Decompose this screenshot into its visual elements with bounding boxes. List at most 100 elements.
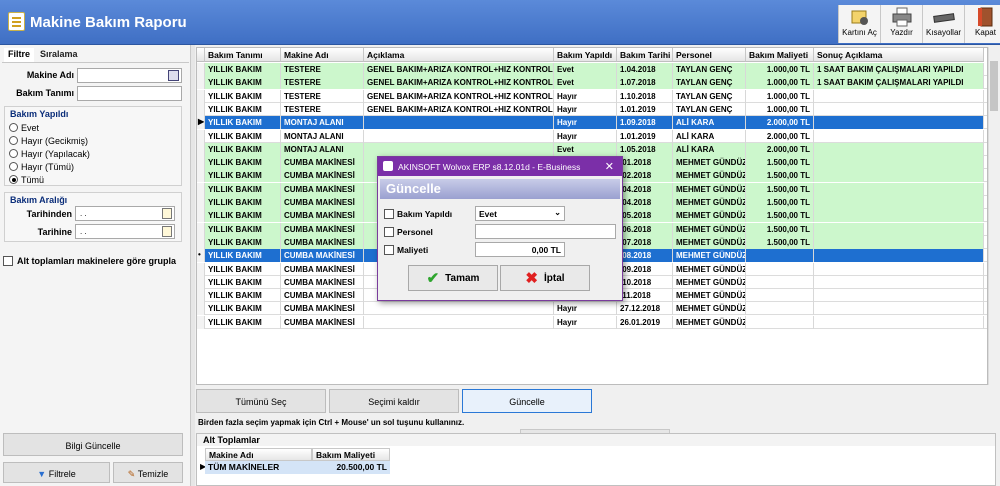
table-cell[interactable]: YILLIK BAKIM bbox=[205, 89, 281, 103]
table-cell[interactable]: MEHMET GÜNDÜZ bbox=[673, 156, 746, 170]
subtotals-row-name[interactable]: TÜM MAKİNELER bbox=[205, 461, 312, 474]
radio-option[interactable]: Evet bbox=[9, 121, 179, 134]
table-cell[interactable] bbox=[814, 222, 984, 236]
table-cell[interactable]: ALİ KARA bbox=[673, 129, 746, 143]
table-cell[interactable]: TAYLAN GENÇ bbox=[673, 63, 746, 76]
table-cell[interactable]: MEHMET GÜNDÜZ bbox=[673, 289, 746, 303]
table-cell[interactable]: Hayır bbox=[554, 116, 617, 130]
table-cell[interactable]: 1.500,00 TL bbox=[746, 196, 814, 209]
column-header[interactable]: Bakım Maliyeti bbox=[746, 48, 814, 62]
print-button[interactable]: Yazdır bbox=[880, 5, 922, 43]
table-cell[interactable]: Evet bbox=[554, 76, 617, 90]
table-cell[interactable] bbox=[814, 275, 984, 289]
table-cell[interactable]: 2.000,00 TL bbox=[746, 116, 814, 130]
table-cell[interactable]: MONTAJ ALANI bbox=[281, 129, 364, 143]
table-cell[interactable]: .10.2018 bbox=[617, 275, 673, 289]
radio-circle[interactable] bbox=[9, 175, 18, 184]
table-cell[interactable]: MEHMET GÜNDÜZ bbox=[673, 249, 746, 263]
table-cell[interactable] bbox=[364, 116, 554, 130]
personel-field[interactable] bbox=[475, 224, 616, 239]
table-cell[interactable]: YILLIK BAKIM bbox=[205, 235, 281, 249]
table-cell[interactable] bbox=[746, 302, 814, 316]
table-row[interactable]: ▶ YILLIK BAKIM MONTAJ ALANI Hayır 1.09.2018 A… bbox=[197, 116, 987, 130]
table-cell[interactable] bbox=[364, 129, 554, 143]
table-cell[interactable]: YILLIK BAKIM bbox=[205, 116, 281, 130]
table-cell[interactable]: 1.05.2018 bbox=[617, 142, 673, 156]
table-cell[interactable] bbox=[814, 289, 984, 303]
personel-check-row[interactable]: Personel bbox=[384, 227, 433, 237]
table-cell[interactable]: MEHMET GÜNDÜZ bbox=[673, 235, 746, 249]
column-header[interactable]: Bakım Tanımı bbox=[205, 48, 281, 62]
table-cell[interactable]: .01.2018 bbox=[617, 156, 673, 170]
table-cell[interactable]: TAYLAN GENÇ bbox=[673, 76, 746, 90]
table-cell[interactable]: ALİ KARA bbox=[673, 116, 746, 130]
radio-circle[interactable] bbox=[9, 136, 18, 145]
table-cell[interactable]: TAYLAN GENÇ bbox=[673, 102, 746, 116]
table-row[interactable]: YILLIK BAKIM TESTERE GENEL BAKIM+ARIZA KON… bbox=[197, 102, 987, 116]
table-cell[interactable]: 1.500,00 TL bbox=[746, 235, 814, 249]
radio-option[interactable]: Tümü bbox=[9, 173, 179, 186]
table-cell[interactable]: 1.09.2018 bbox=[617, 116, 673, 130]
table-cell[interactable] bbox=[814, 129, 984, 143]
open-card-button[interactable]: Kartını Aç bbox=[838, 5, 880, 43]
tarihinden-field[interactable]: . . bbox=[75, 206, 175, 221]
maliyeti-checkbox[interactable] bbox=[384, 245, 394, 255]
tab-filtre[interactable]: Filtre bbox=[4, 48, 35, 62]
table-cell[interactable]: YILLIK BAKIM bbox=[205, 209, 281, 223]
table-cell[interactable]: Hayır bbox=[554, 89, 617, 103]
table-cell[interactable]: MEHMET GÜNDÜZ bbox=[673, 315, 746, 329]
table-cell[interactable]: .06.2018 bbox=[617, 222, 673, 236]
radio-option[interactable]: Hayır (Gecikmiş) bbox=[9, 134, 179, 147]
table-cell[interactable]: Hayır bbox=[554, 129, 617, 143]
table-cell[interactable]: CUMBA MAKİNESİ bbox=[281, 196, 364, 209]
radio-option[interactable]: Hayır (Tümü) bbox=[9, 160, 179, 173]
grid-vertical-scrollbar[interactable] bbox=[988, 47, 999, 385]
table-cell[interactable]: YILLIK BAKIM bbox=[205, 275, 281, 289]
table-cell[interactable]: CUMBA MAKİNESİ bbox=[281, 222, 364, 236]
table-cell[interactable] bbox=[814, 89, 984, 103]
table-cell[interactable]: 1.000,00 TL bbox=[746, 63, 814, 76]
table-cell[interactable]: YILLIK BAKIM bbox=[205, 63, 281, 76]
table-cell[interactable] bbox=[814, 169, 984, 183]
bakim-tanimi-field[interactable] bbox=[77, 86, 182, 101]
table-cell[interactable]: CUMBA MAKİNESİ bbox=[281, 275, 364, 289]
table-cell[interactable]: YILLIK BAKIM bbox=[205, 289, 281, 303]
table-cell[interactable] bbox=[746, 275, 814, 289]
maliyeti-check-row[interactable]: Maliyeti bbox=[384, 245, 428, 255]
table-cell[interactable]: CUMBA MAKİNESİ bbox=[281, 235, 364, 249]
table-cell[interactable]: YILLIK BAKIM bbox=[205, 142, 281, 156]
table-cell[interactable]: CUMBA MAKİNESİ bbox=[281, 262, 364, 276]
table-cell[interactable]: TESTERE bbox=[281, 76, 364, 90]
table-cell[interactable]: ALİ KARA bbox=[673, 142, 746, 156]
table-cell[interactable] bbox=[814, 209, 984, 223]
table-cell[interactable]: CUMBA MAKİNESİ bbox=[281, 315, 364, 329]
table-cell[interactable]: 1.000,00 TL bbox=[746, 89, 814, 103]
table-cell[interactable]: YILLIK BAKIM bbox=[205, 102, 281, 116]
table-cell[interactable]: TESTERE bbox=[281, 89, 364, 103]
filtrele-button[interactable]: ▼ Filtrele bbox=[3, 462, 110, 483]
column-header[interactable]: Bakım Tarihi bbox=[617, 48, 673, 62]
guncelle-button[interactable]: Güncelle bbox=[462, 389, 592, 413]
table-cell[interactable]: Hayır bbox=[554, 102, 617, 116]
panel-splitter[interactable] bbox=[190, 45, 195, 486]
table-cell[interactable] bbox=[814, 302, 984, 316]
bilgi-guncelle-button[interactable]: Bilgi Güncelle bbox=[3, 433, 183, 456]
table-cell[interactable]: CUMBA MAKİNESİ bbox=[281, 182, 364, 196]
table-cell[interactable]: MONTAJ ALANI bbox=[281, 116, 364, 130]
table-cell[interactable]: GENEL BAKIM+ARIZA KONTROL+HIZ KONTROL bbox=[364, 102, 554, 116]
table-row[interactable]: YILLIK BAKIM MONTAJ ALANI Evet 1.05.2018 ALİ… bbox=[197, 142, 987, 156]
lookup-icon[interactable] bbox=[168, 70, 179, 81]
table-cell[interactable] bbox=[364, 315, 554, 329]
bakim-yapildi-check-row[interactable]: Bakım Yapıldı bbox=[384, 209, 452, 219]
table-cell[interactable]: GENEL BAKIM+ARIZA KONTROL+HIZ KONTROL bbox=[364, 89, 554, 103]
dialog-close-icon[interactable]: ✕ bbox=[605, 160, 614, 173]
personel-checkbox[interactable] bbox=[384, 227, 394, 237]
table-cell[interactable]: 1.500,00 TL bbox=[746, 209, 814, 223]
column-header[interactable]: Makine Adı bbox=[281, 48, 364, 62]
table-cell[interactable] bbox=[364, 142, 554, 156]
table-cell[interactable]: MEHMET GÜNDÜZ bbox=[673, 169, 746, 183]
table-cell[interactable]: GENEL BAKIM+ARIZA KONTROL+HIZ KONTROL bbox=[364, 76, 554, 90]
table-cell[interactable]: 1.04.2018 bbox=[617, 63, 673, 76]
table-cell[interactable]: CUMBA MAKİNESİ bbox=[281, 156, 364, 170]
table-cell[interactable]: .04.2018 bbox=[617, 182, 673, 196]
